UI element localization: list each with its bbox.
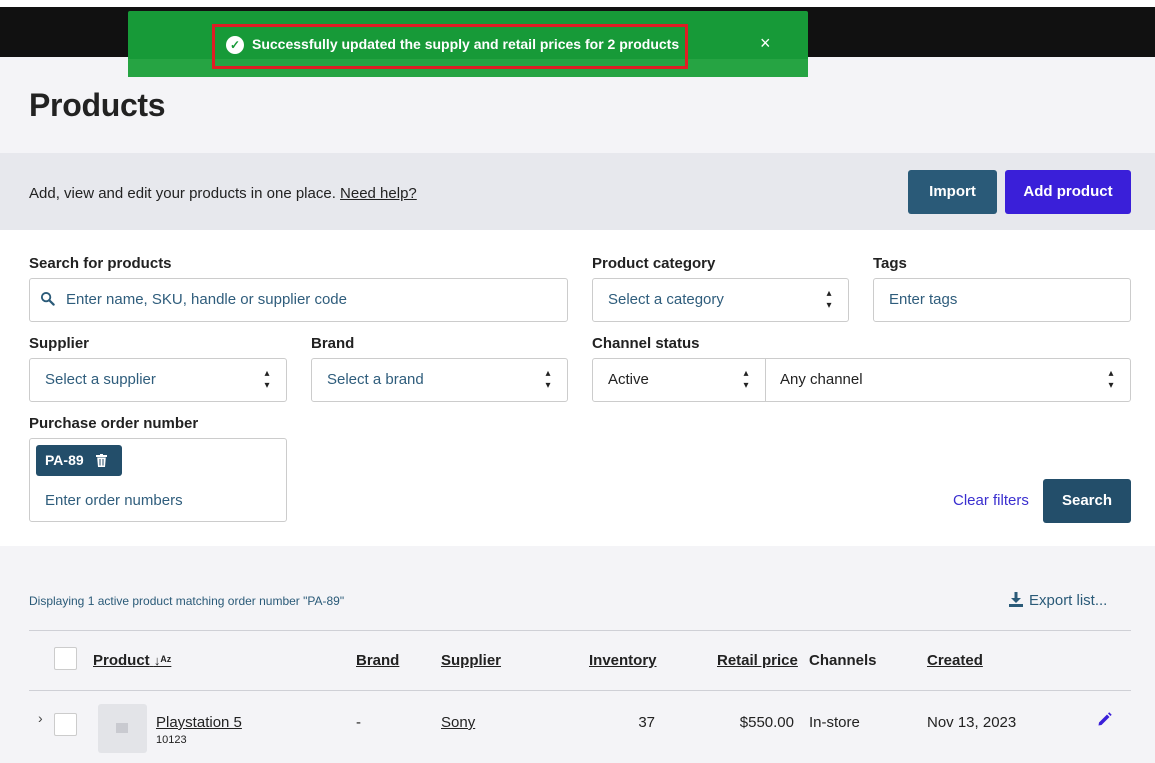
intro-description: Add, view and edit your products in one … — [29, 185, 341, 202]
select-arrows-icon: ▴ ▾ — [826, 288, 832, 311]
order-number-chip-label: PA-89 — [45, 452, 84, 468]
clear-filters-link[interactable]: Clear filters — [953, 492, 1029, 509]
product-created-date: Nov 13, 2023 — [927, 714, 1017, 731]
success-toast: ✓ Successfully updated the supply and re… — [128, 11, 808, 77]
trash-icon[interactable] — [96, 454, 107, 467]
channel-status-label: Channel status — [592, 335, 700, 352]
search-icon — [40, 291, 55, 310]
product-channels: In-store — [809, 714, 860, 731]
results-panel: Displaying 1 active product matching ord… — [0, 546, 1155, 763]
tags-input[interactable]: Enter tags — [873, 278, 1131, 322]
search-button[interactable]: Search — [1043, 479, 1131, 523]
toast-message: Successfully updated the supply and reta… — [252, 36, 680, 52]
column-header-brand[interactable]: Brand — [356, 652, 399, 669]
intro-bar: Add, view and edit your products in one … — [0, 153, 1155, 230]
column-header-inventory[interactable]: Inventory — [589, 652, 657, 669]
order-number-chip: PA-89 — [36, 445, 122, 476]
column-header-retail-price[interactable]: Retail price — [717, 652, 798, 669]
column-header-created[interactable]: Created — [927, 652, 983, 669]
product-thumbnail — [98, 704, 147, 753]
product-retail-price: $550.00 — [739, 714, 794, 731]
search-label: Search for products — [29, 255, 172, 272]
tags-placeholder: Enter tags — [889, 291, 958, 308]
product-brand: - — [356, 714, 361, 731]
supplier-select[interactable]: Select a supplier ▴ ▾ — [29, 358, 287, 402]
status-select[interactable]: Active ▴ ▾ — [592, 358, 766, 402]
column-header-supplier[interactable]: Supplier — [441, 652, 501, 669]
edit-pencil-icon[interactable] — [1097, 712, 1112, 727]
search-placeholder: Enter name, SKU, handle or supplier code — [66, 291, 347, 308]
channel-select[interactable]: Any channel ▴ ▾ — [765, 358, 1131, 402]
select-arrows-icon: ▴ ▾ — [264, 368, 270, 391]
brand-placeholder: Select a brand — [327, 371, 424, 388]
column-header-product[interactable]: Product ↓ᴬᶻ — [93, 652, 171, 669]
intro-text: Add, view and edit your products in one … — [29, 185, 417, 202]
export-list-button[interactable]: Export list... — [1009, 592, 1107, 611]
purchase-order-input[interactable]: PA-89 Enter order numbers — [29, 438, 287, 522]
filters-panel: Search for products Enter name, SKU, han… — [0, 230, 1155, 546]
purchase-order-label: Purchase order number — [29, 415, 199, 432]
channel-value: Any channel — [780, 371, 863, 388]
row-checkbox[interactable] — [54, 713, 77, 736]
search-input[interactable]: Enter name, SKU, handle or supplier code — [29, 278, 568, 322]
category-placeholder: Select a category — [608, 291, 724, 308]
column-header-product-label: Product — [93, 652, 150, 669]
check-circle-icon: ✓ — [226, 36, 244, 54]
chevron-right-icon[interactable]: › — [38, 710, 43, 726]
category-select[interactable]: Select a category ▴ ▾ — [592, 278, 849, 322]
brand-label: Brand — [311, 335, 355, 352]
select-arrows-icon: ▴ ▾ — [545, 368, 551, 391]
status-value: Active — [608, 371, 649, 388]
need-help-link[interactable]: Need help? — [340, 185, 417, 202]
supplier-placeholder: Select a supplier — [45, 371, 156, 388]
product-name-link[interactable]: Playstation 5 — [156, 714, 242, 731]
import-button[interactable]: Import — [908, 170, 997, 214]
select-arrows-icon: ▴ ▾ — [743, 368, 749, 391]
select-all-checkbox[interactable] — [54, 647, 77, 670]
column-header-channels: Channels — [809, 652, 877, 669]
tags-label: Tags — [873, 255, 907, 272]
download-icon — [1009, 592, 1023, 611]
product-inventory: 37 — [638, 714, 655, 731]
sort-az-icon: ↓ᴬᶻ — [153, 653, 172, 668]
table-top-divider — [29, 630, 1131, 631]
export-list-label: Export list... — [1029, 592, 1108, 609]
image-placeholder-icon — [116, 723, 128, 733]
supplier-label: Supplier — [29, 335, 90, 352]
table-header-divider — [29, 690, 1131, 691]
select-arrows-icon: ▴ ▾ — [1108, 368, 1114, 391]
brand-select[interactable]: Select a brand ▴ ▾ — [311, 358, 568, 402]
top-app-bar-edge — [0, 0, 1155, 7]
close-icon[interactable]: × — [760, 33, 771, 54]
add-product-button[interactable]: Add product — [1005, 170, 1131, 214]
product-supplier-link[interactable]: Sony — [441, 714, 475, 731]
category-label: Product category — [592, 255, 716, 272]
page-title: Products — [29, 87, 166, 123]
results-summary: Displaying 1 active product matching ord… — [29, 594, 345, 608]
order-number-placeholder: Enter order numbers — [45, 492, 183, 509]
product-sku: 10123 — [156, 734, 187, 746]
